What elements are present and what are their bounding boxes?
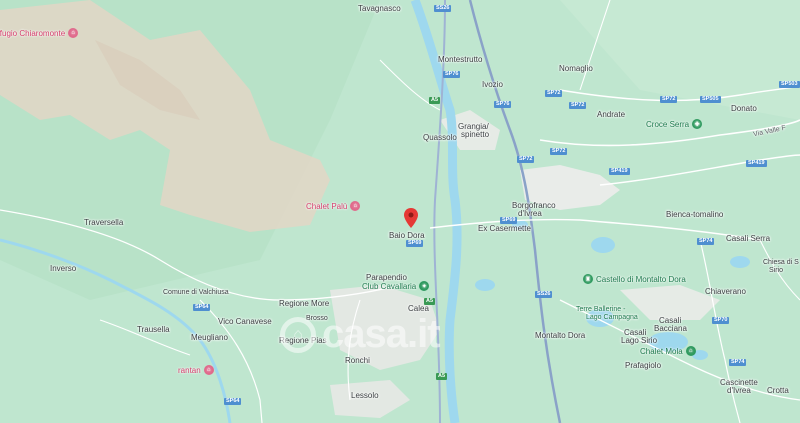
- label-terre-ballerine: Terre Ballerine -: [576, 306, 626, 313]
- watermark-text: casa.it: [322, 312, 441, 356]
- label-meugliano: Meugliano: [191, 333, 228, 342]
- label-bienca: Bienca-tomalino: [666, 210, 724, 219]
- label-vico-canavese: Vico Canavese: [218, 317, 272, 326]
- poi-label: Chalet Mola: [640, 346, 683, 356]
- road-shield: SP503: [779, 81, 800, 88]
- label-chiesa-sirio: Sirio: [769, 267, 784, 274]
- motorway-shield: A5: [424, 298, 436, 305]
- label-quassolo: Quassolo: [423, 133, 457, 142]
- label-traversella: Traversella: [84, 218, 124, 227]
- poi-rifugio-chiaromonte[interactable]: ifugio Chiaromonte ⌂: [0, 28, 79, 38]
- road-shield: SP76: [443, 71, 461, 78]
- poi-chalet-mola[interactable]: Chalet Mola ⌂: [640, 346, 696, 356]
- road-shield: SP419: [746, 160, 767, 167]
- road-shield: SP72: [550, 148, 568, 155]
- road-shield: SP76: [494, 101, 512, 108]
- label-nomaglio: Nomaglio: [559, 64, 593, 73]
- label-cascinette-ivrea: d'Ivrea: [727, 386, 751, 395]
- road-shield: SP74: [697, 238, 715, 245]
- motorway-shield: A5: [436, 373, 448, 380]
- label-lago-campagna: Lago Campagna: [586, 314, 638, 321]
- label-borgofranco-ivrea: d'Ivrea: [518, 209, 542, 218]
- label-regione-more: Regione More: [279, 299, 330, 308]
- poi-croce-serra[interactable]: Croce Serra ✚: [646, 119, 703, 129]
- poi-rantan[interactable]: rantan ⌂: [178, 365, 214, 375]
- label-ex-casermette: Ex Casermette: [478, 224, 531, 233]
- label-montestrutto: Montestrutto: [438, 55, 483, 64]
- lodging-icon: ⌂: [68, 28, 79, 38]
- road-shield: SP505: [700, 96, 721, 103]
- road-shield: SP64: [224, 398, 242, 405]
- lodging-icon: ⌂: [203, 365, 214, 375]
- poi-parapendio-club[interactable]: Club Cavallaria ✦: [362, 281, 430, 291]
- poi-castello-montalto[interactable]: ♜ Castello di Montalto Dora: [583, 274, 686, 284]
- road-shield: SP74: [729, 359, 747, 366]
- castle-icon: ♜: [583, 274, 593, 284]
- landmark-icon: ✚: [692, 119, 703, 129]
- poi-label: Chalet Palù: [306, 201, 348, 211]
- label-chiaverano: Chiaverano: [705, 287, 746, 296]
- lodging-icon: ⌂: [350, 201, 361, 211]
- sports-icon: ✦: [419, 281, 430, 291]
- label-spinetto: spinetto: [461, 130, 490, 139]
- road-shield: SP70: [712, 317, 730, 324]
- label-prafagiolo: Prafagiolo: [625, 361, 662, 370]
- label-baio-dora: Baio Dora: [389, 231, 425, 240]
- poi-label: Croce Serra: [646, 119, 690, 129]
- label-crotta: Crotta: [767, 386, 789, 395]
- label-lago-sirio: Lago Sirio: [621, 336, 658, 345]
- road-shield: SP72: [660, 96, 678, 103]
- road-shield: SP72: [569, 102, 587, 109]
- label-inverso: Inverso: [50, 264, 77, 273]
- label-trausella: Trausella: [137, 325, 170, 334]
- road-shield: SP72: [517, 156, 535, 163]
- label-ivozio: Ivozio: [482, 80, 503, 89]
- location-pin-icon[interactable]: [404, 208, 418, 228]
- casa-logo-icon: ⌂: [280, 316, 316, 353]
- label-comune-valchiusa: Comune di Valchiusa: [163, 289, 229, 296]
- road-shield: SP72: [545, 90, 563, 97]
- poi-label: ifugio Chiaromonte: [0, 28, 66, 38]
- poi-label: rantan: [178, 365, 201, 375]
- label-bacciana: Bacciana: [654, 324, 687, 333]
- label-donato: Donato: [731, 104, 757, 113]
- label-ronchi: Ronchi: [345, 356, 370, 365]
- poi-chalet-palu[interactable]: Chalet Palù ⌂: [306, 201, 361, 211]
- road-shield: SS26: [535, 291, 553, 298]
- label-chiesa: Chiesa di S: [763, 259, 799, 266]
- road-shield: SP64: [193, 304, 211, 311]
- road-shield: SP419: [609, 168, 630, 175]
- lodging-icon: ⌂: [685, 346, 696, 356]
- road-shield: SP69: [500, 217, 518, 224]
- label-andrate: Andrate: [597, 110, 626, 119]
- motorway-shield: A5: [429, 97, 441, 104]
- label-tavagnasco: Tavagnasco: [358, 4, 401, 13]
- poi-label: Club Cavallaria: [362, 281, 417, 291]
- label-lessolo: Lessolo: [351, 391, 379, 400]
- poi-label: Castello di Montalto Dora: [596, 274, 686, 284]
- map-canvas[interactable]: Tavagnasco ifugio Chiaromonte ⌂ Montestr…: [0, 0, 800, 423]
- casa-it-watermark: ⌂ casa.it: [280, 312, 441, 357]
- label-casali-serra: Casali Serra: [726, 234, 771, 243]
- road-shield: SS26: [434, 5, 452, 12]
- road-shield: SP69: [406, 240, 424, 247]
- label-montalto-dora: Montalto Dora: [535, 331, 586, 340]
